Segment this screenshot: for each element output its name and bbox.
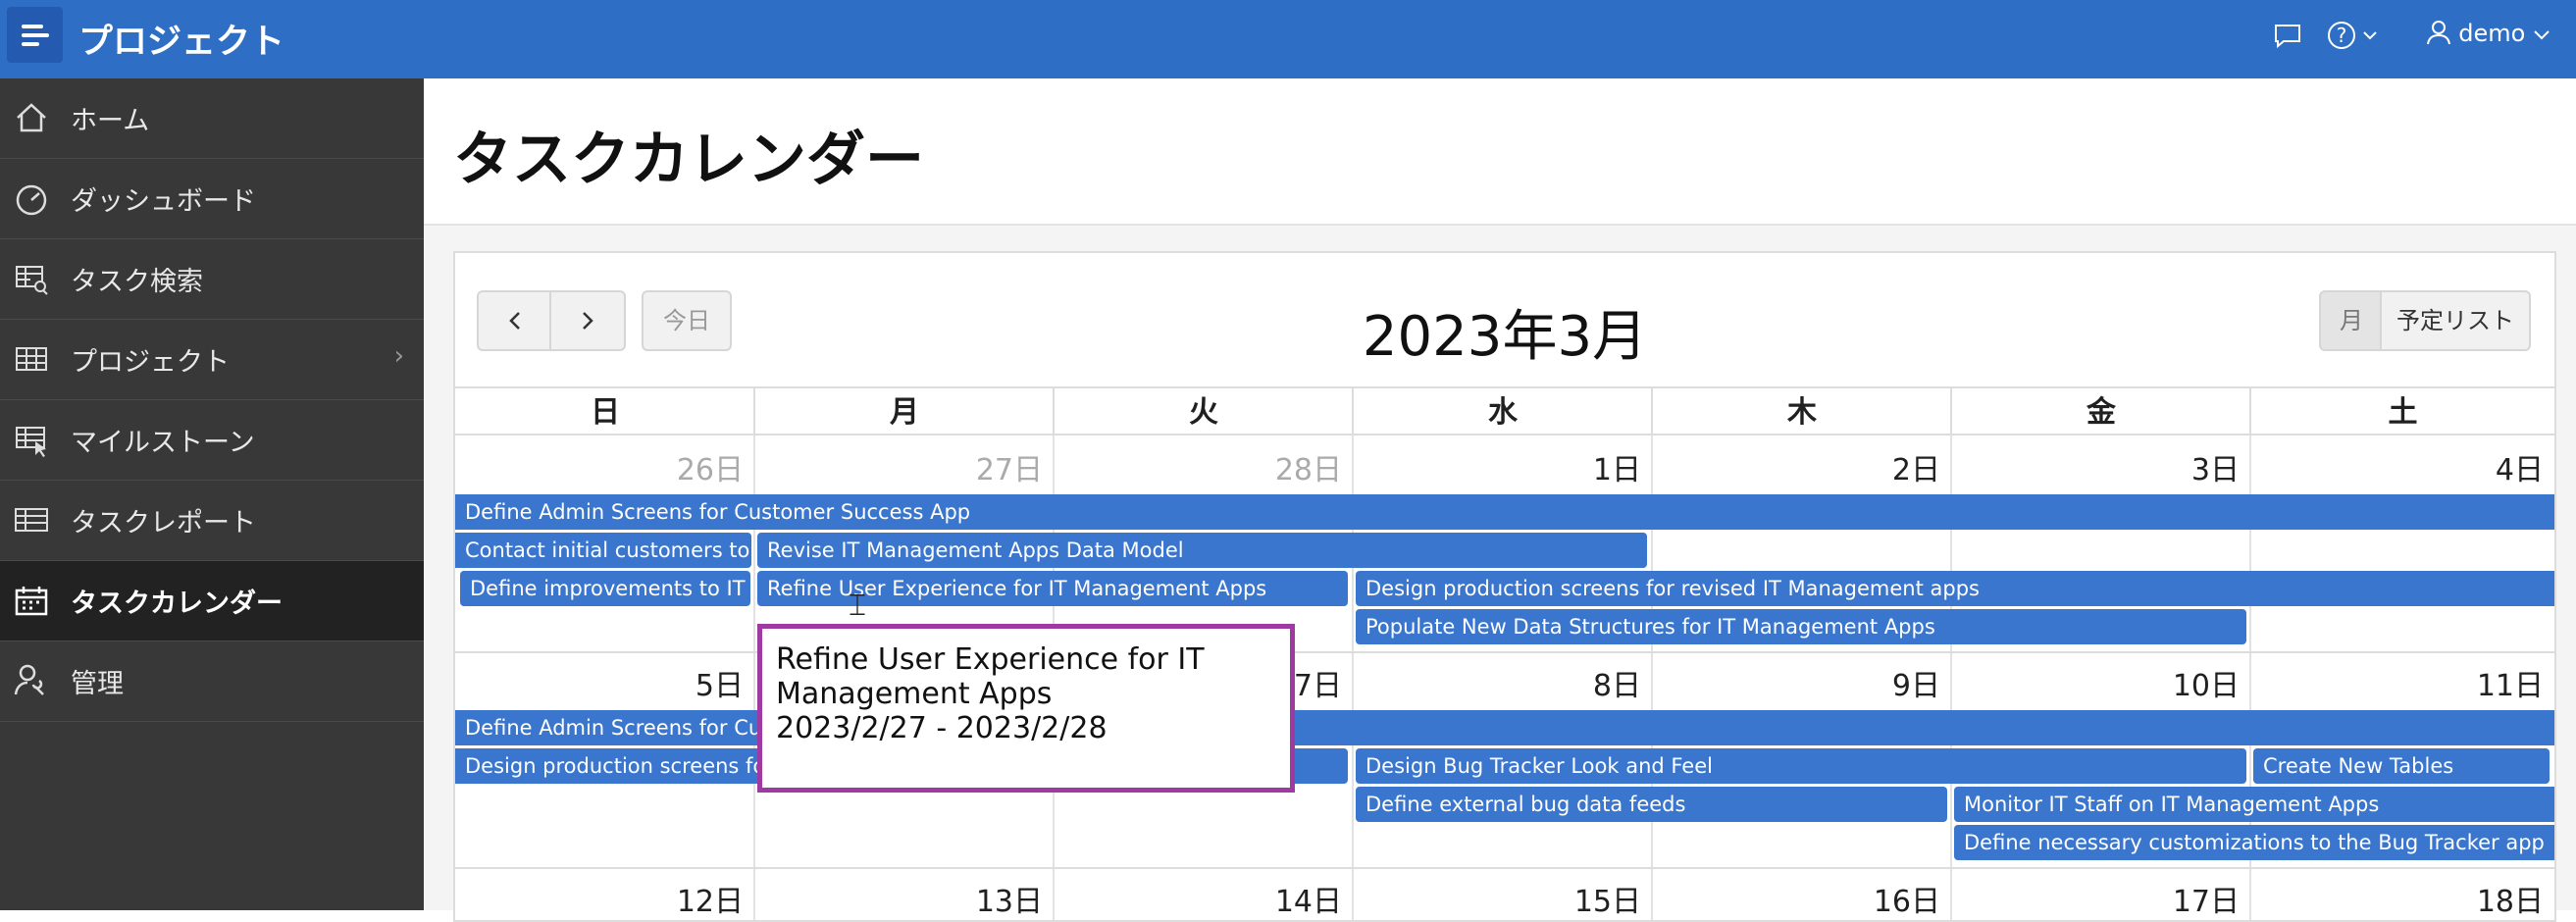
weekday-header: 金 (1950, 386, 2250, 435)
calendar-event[interactable]: Define Admin Screens for Customer Succes… (455, 494, 2554, 530)
view-month-button[interactable]: 月 (2319, 290, 2384, 351)
chat-icon[interactable] (2272, 20, 2303, 58)
day-number[interactable]: 13日 (753, 877, 1043, 920)
calendar-event[interactable]: Define necessary customizations to the B… (1954, 825, 2554, 860)
sidebar-item-label: タスクカレンダー (71, 589, 283, 619)
gauge-icon (16, 184, 47, 216)
sidebar-item-dashboard[interactable]: ダッシュボード (0, 159, 424, 239)
sidebar-item-task-search[interactable]: タスク検索 (0, 239, 424, 320)
weekday-header: 木 (1651, 386, 1951, 435)
day-number[interactable]: 10日 (1950, 661, 2240, 704)
sidebar-item-home[interactable]: ホーム (0, 78, 424, 159)
day-number[interactable]: 18日 (2249, 877, 2544, 920)
day-number[interactable]: 12日 (455, 877, 744, 920)
app-title[interactable]: プロジェクト (78, 14, 284, 64)
day-number[interactable]: 17日 (1950, 877, 2240, 920)
tooltip-dates: 2023/2/27 - 2023/2/28 (776, 711, 1108, 745)
user-name: demo (2458, 20, 2526, 47)
sidebar-item-label: マイルストーン (71, 428, 255, 458)
day-number[interactable]: 5日 (455, 661, 744, 704)
event-tooltip: Refine User Experience for IT Management… (757, 624, 1295, 793)
calendar-event[interactable]: Define external bug data feeds (1356, 787, 1947, 822)
calendar-event[interactable]: Create New Tables (2253, 748, 2550, 784)
weekday-header: 火 (1053, 386, 1353, 435)
week-divider (455, 867, 2554, 869)
calendar-event[interactable]: Define improvements to IT re (460, 571, 750, 606)
month-title: 2023年3月 (1362, 305, 1648, 369)
home-icon (17, 103, 46, 132)
calendar-event[interactable]: Populate New Data Structures for IT Mana… (1356, 609, 2246, 644)
table-pointer-icon (16, 427, 46, 457)
sidebar-item-task-calendar[interactable]: タスクカレンダー (0, 561, 424, 641)
day-number[interactable]: 2日 (1651, 445, 1940, 488)
title-bar: タスクカレンダー (424, 78, 2576, 226)
table-icon (15, 508, 48, 532)
sidebar-item-admin[interactable]: 管理 (0, 641, 424, 722)
day-number[interactable]: 26日 (455, 445, 744, 488)
calendar-event[interactable]: Design production screens for revised IT… (1356, 571, 2554, 606)
sidebar-item-label: タスク検索 (71, 267, 203, 297)
help-icon[interactable]: ? (2327, 20, 2386, 58)
weekday-header: 土 (2249, 386, 2554, 435)
day-number[interactable]: 15日 (1352, 877, 1641, 920)
main-content: タスクカレンダー 今日 2023年3月 月 予定リスト 日 月 火 水 木 金 … (424, 78, 2576, 922)
calendar-event[interactable]: Design Bug Tracker Look and Feel (1356, 748, 2246, 784)
day-number[interactable]: 3日 (1950, 445, 2240, 488)
calendar-event[interactable]: Contact initial customers to e (455, 533, 751, 568)
day-number[interactable]: 14日 (1053, 877, 1342, 920)
svg-text:?: ? (2337, 24, 2347, 47)
calendar-event[interactable]: Monitor IT Staff on IT Management Apps (1954, 787, 2554, 822)
weekday-header: 月 (753, 386, 1054, 435)
page-title: タスクカレンダー (453, 126, 924, 194)
calendar-icon (15, 587, 48, 616)
menu-toggle-button[interactable] (7, 7, 63, 63)
table-search-icon (16, 266, 48, 295)
tooltip-title: Refine User Experience for IT Management… (776, 642, 1205, 711)
day-number[interactable]: 27日 (753, 445, 1043, 488)
day-number[interactable]: 16日 (1651, 877, 1940, 920)
day-number[interactable]: 9日 (1651, 661, 1940, 704)
calendar-event[interactable]: Refine User Experience for IT Management… (757, 571, 1348, 606)
day-number[interactable]: 8日 (1352, 661, 1641, 704)
sidebar: ホーム ダッシュボード タスク検索 プロジェクト › マイルストーン タスクレポ… (0, 78, 424, 910)
calendar: 今日 2023年3月 月 予定リスト 日 月 火 水 木 金 土 26日 27日… (453, 251, 2556, 922)
grid-icon (16, 347, 47, 371)
user-icon (2426, 21, 2450, 45)
sidebar-item-label: ホーム (71, 106, 150, 136)
weekday-header: 水 (1352, 386, 1652, 435)
sidebar-item-milestones[interactable]: マイルストーン (0, 400, 424, 481)
text-cursor-icon: ⌶ (849, 589, 866, 623)
user-menu[interactable]: demo (2426, 20, 2550, 47)
sidebar-item-label: 管理 (71, 669, 124, 699)
app-header: プロジェクト ? demo (0, 0, 2576, 78)
day-number[interactable]: 28日 (1053, 445, 1342, 488)
weekday-header: 日 (455, 386, 755, 435)
day-number[interactable]: 11日 (2249, 661, 2544, 704)
calendar-event[interactable]: Revise IT Management Apps Data Model (757, 533, 1647, 568)
user-wrench-icon (14, 664, 44, 695)
sidebar-item-label: タスクレポート (71, 508, 256, 538)
sidebar-item-projects[interactable]: プロジェクト › (0, 320, 424, 400)
sidebar-item-task-report[interactable]: タスクレポート (0, 481, 424, 561)
sidebar-item-label: プロジェクト (71, 347, 230, 378)
chevron-right-icon: › (393, 341, 404, 371)
sidebar-item-label: ダッシュボード (71, 186, 256, 217)
day-number[interactable]: 1日 (1352, 445, 1641, 488)
day-number[interactable]: 4日 (2249, 445, 2544, 488)
chevron-down-icon (2534, 30, 2550, 40)
view-list-button[interactable]: 予定リスト (2380, 290, 2531, 351)
